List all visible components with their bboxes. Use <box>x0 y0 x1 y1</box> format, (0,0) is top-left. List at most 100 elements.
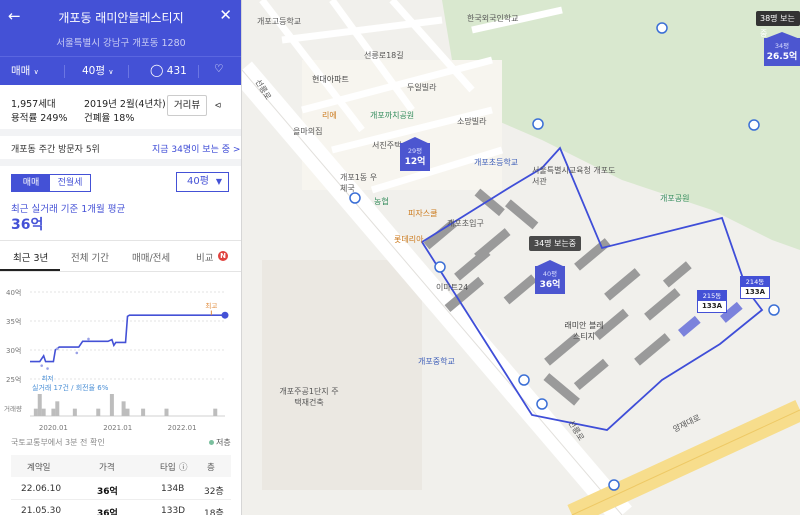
chevron-down-icon: ∨ <box>33 68 39 76</box>
street-view-button[interactable]: 거리뷰 <box>167 95 207 116</box>
price-chart[interactable]: 40억 35억 30억 25억 2020.01 2021.01 2022.01 최고최저실거래… <box>0 282 242 434</box>
building-type: 133A <box>701 302 723 310</box>
size-select[interactable]: 40평 ▼ <box>176 172 229 192</box>
section-divider <box>0 159 241 166</box>
panel-header: ← 개포동 래미안블레스티지 ✕ 서울특별시 강남구 개포동 1280 매매 ∨… <box>0 0 241 85</box>
map-label: 농협 <box>374 197 389 206</box>
volume-bar <box>55 401 60 416</box>
cell-floor: 18층 <box>204 509 224 515</box>
x-tick-label: 2021.01 <box>103 424 132 432</box>
volume-bar <box>121 401 126 416</box>
building-number: 214동 <box>741 277 769 287</box>
map-label: 두일빌라 <box>407 83 437 92</box>
complex-address: 서울특별시 강남구 개포동 1280 <box>56 38 186 49</box>
map-label: 소망빌라 <box>457 117 487 126</box>
table-row[interactable]: 21.05.30 36억 133D 18층 <box>11 500 231 515</box>
col-floor: 층 <box>207 463 215 473</box>
households: 1,957세대 <box>11 99 56 110</box>
size-dropdown[interactable]: 40평 ∨ <box>82 63 114 78</box>
visitor-link[interactable]: 지금 34명이 보는 중 > <box>152 142 240 155</box>
floor-area-ratio: 용적률 249% <box>11 113 68 124</box>
y-tick-label: 40억 <box>6 289 21 297</box>
map-label: 을마의집 <box>293 127 323 136</box>
volume-bar <box>51 408 56 416</box>
complex-detail-panel: ← 개포동 래미안블레스티지 ✕ 서울특별시 강남구 개포동 1280 매매 ∨… <box>0 0 242 515</box>
section-divider <box>0 129 241 136</box>
header-controls: 매매 ∨ 40평 ∨ ◯ 431 ♡ <box>0 56 241 85</box>
y-tick-label: 35억 <box>6 318 21 326</box>
marker-price: 12억 <box>404 157 426 167</box>
tab-sale[interactable]: 매매 <box>12 175 50 191</box>
share-icon[interactable]: ⪦ <box>215 98 221 112</box>
map-label: 개포고등학교 <box>257 17 302 26</box>
divider <box>128 65 129 78</box>
map-label: 개포초등학교 <box>474 158 519 167</box>
tab-jeonse[interactable]: 전월세 <box>50 175 90 191</box>
tab-sale-jeonse[interactable]: 매매/전세 <box>132 250 170 264</box>
map-label: 개포까치공원 <box>370 111 415 120</box>
caret-down-icon: ▼ <box>215 177 222 186</box>
volume-bar <box>96 408 101 416</box>
col-date: 계약일 <box>27 463 51 473</box>
close-icon[interactable]: ✕ <box>219 6 232 24</box>
map-label: 개포공원 <box>660 194 690 203</box>
table-row[interactable]: 22.06.10 36억 134B 32층 <box>11 478 231 500</box>
trade-point <box>87 337 90 341</box>
trade-tabs: 매매 전월세 <box>11 174 91 192</box>
trade-point <box>46 367 49 370</box>
latest-point <box>221 311 229 319</box>
map-label: 개포초입구 <box>447 219 484 228</box>
table-header: 계약일 가격 타입 ⓘ 층 <box>11 455 231 477</box>
built-date: 2019년 2월(4년차) <box>84 99 166 110</box>
new-badge: N <box>218 251 228 261</box>
visitor-count-tag: 34명 보는중 <box>529 236 582 251</box>
map-label: 롯데리아 <box>394 235 424 244</box>
volume-bar <box>72 408 77 416</box>
x-tick-label: 2022.01 <box>168 424 197 432</box>
visitor-count-tag: 38명 보는중 <box>756 11 800 38</box>
cell-floor: 32층 <box>204 487 224 497</box>
map-view[interactable]: 개포고등학교 한국외국인학교 현대아파트 두일빌라 선릉로18길 리에 개포까치… <box>242 0 800 515</box>
building-tag-214[interactable]: 214동 133A <box>740 276 770 299</box>
map-label: 피자스쿨 <box>408 209 438 218</box>
x-tick-label: 2020.01 <box>39 424 68 432</box>
bell-icon[interactable]: ♡ <box>214 63 223 75</box>
y-tick-label: 25억 <box>6 376 21 384</box>
price-marker[interactable]: 29평 12억 <box>400 137 430 171</box>
map-label: 래미안 블레스티지 <box>564 321 604 341</box>
tab-recent-3y[interactable]: 최근 3년 <box>13 250 48 264</box>
marker-body: 34평 26.5억 <box>764 38 800 66</box>
tab-all-period[interactable]: 전체 기간 <box>71 250 109 264</box>
info-icon[interactable]: ⓘ <box>179 461 188 473</box>
volume-bar <box>141 408 146 416</box>
volume-bar <box>33 408 38 416</box>
divider <box>64 65 65 78</box>
volume-bar <box>125 408 130 416</box>
speech-bubble-icon: ◯ <box>150 63 164 77</box>
max-label: 최고 <box>205 301 217 310</box>
cell-type: 134B <box>161 484 185 494</box>
col-type: 타입 <box>160 463 176 473</box>
comments-button[interactable]: ◯ 431 <box>150 63 187 77</box>
chevron-down-icon: ∨ <box>108 68 114 76</box>
map-label: 한국외국인학교 <box>467 14 519 23</box>
price-marker[interactable]: 40평 36억 <box>535 260 565 294</box>
cell-date: 22.06.10 <box>21 484 62 494</box>
chart-footnote: 실거래 17건 / 회전율 6% <box>32 383 109 392</box>
building-tag-215[interactable]: 215동 133A <box>697 290 727 313</box>
map-label: 서울특별시교육청 개포도서관 <box>532 166 616 186</box>
marker-body: 29평 12억 <box>400 143 430 171</box>
trade-type-dropdown[interactable]: 매매 ∨ <box>11 63 39 78</box>
legend: 저층 <box>209 437 231 448</box>
price-marker[interactable]: 34평 26.5억 <box>764 32 800 66</box>
map-label: 선릉로18길 <box>364 51 404 60</box>
volume-bar <box>109 394 114 416</box>
map-label: 개포중학교 <box>418 357 455 366</box>
volume-label: 거래량 <box>4 404 22 413</box>
divider <box>0 240 241 241</box>
divider <box>198 65 199 78</box>
divider <box>0 271 241 272</box>
block <box>262 260 422 490</box>
cell-price: 36억 <box>97 487 118 497</box>
tab-compare[interactable]: 비교 <box>196 250 213 264</box>
